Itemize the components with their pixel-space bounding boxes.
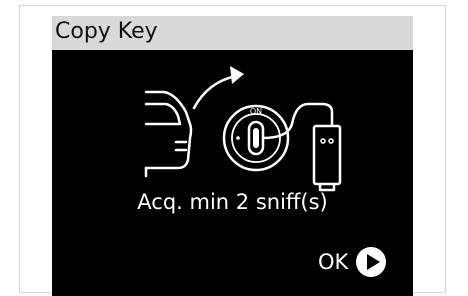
page-title: Copy Key — [55, 19, 158, 44]
instruction-message: Acq. min 2 sniff(s) — [137, 190, 328, 214]
ok-button[interactable]: OK — [318, 244, 387, 280]
car-key-sniffer-icon: ON — [144, 66, 342, 192]
play-circle-icon — [356, 247, 387, 277]
ignition-on-label: ON — [250, 107, 262, 116]
device-screen: Copy Key ON Acq. min 2 sniff(s) OK — [52, 16, 413, 296]
ok-label: OK — [318, 250, 349, 274]
title-bar: Copy Key — [52, 16, 413, 50]
